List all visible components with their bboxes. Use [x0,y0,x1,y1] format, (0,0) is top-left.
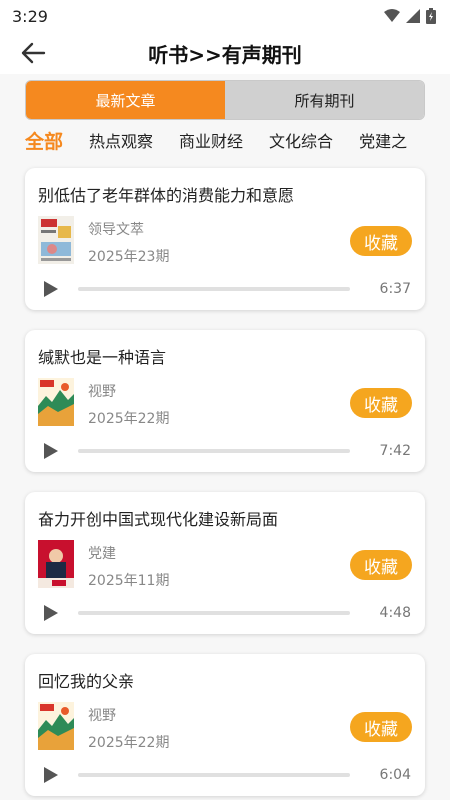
issue-number: 2025年22期 [88,735,170,751]
category-party-building[interactable]: 党建之 [359,128,407,152]
favorite-button[interactable]: 收藏 [350,388,412,418]
status-icons [384,8,436,24]
category-bar: 全部 热点观察 商业财经 文化综合 党建之 [0,120,450,160]
audio-progress-bar[interactable] [78,449,350,453]
article-title: 奋力开创中国式现代化建设新局面 [38,510,279,529]
play-icon[interactable] [43,766,59,784]
back-button[interactable] [16,38,50,68]
play-icon[interactable] [43,280,59,298]
battery-icon [426,8,436,24]
article-title: 缄默也是一种语言 [38,348,167,367]
tab-all-periodicals[interactable]: 所有期刊 [225,81,424,119]
magazine-cover-image [38,702,74,750]
favorite-button[interactable]: 收藏 [350,712,412,742]
page-title: 听书>>有声期刊 [148,42,302,67]
audio-duration: 6:04 [379,767,411,783]
audio-progress-bar[interactable] [78,611,350,615]
article-card[interactable]: 奋力开创中国式现代化建设新局面 党建 2025年11期 收藏 4:48 [25,492,425,634]
category-hot-observation[interactable]: 热点观察 [89,128,153,152]
audio-duration: 4:48 [379,605,411,621]
magazine-cover-image [38,216,74,264]
issue-number: 2025年23期 [88,249,170,265]
favorite-button[interactable]: 收藏 [350,550,412,580]
play-icon[interactable] [43,442,59,460]
issue-number: 2025年11期 [88,573,170,589]
play-icon[interactable] [43,604,59,622]
article-list: 别低估了老年群体的消费能力和意愿 领导文萃 2025年23期 收藏 6:37 缄… [0,160,450,796]
favorite-button[interactable]: 收藏 [350,226,412,256]
audio-progress-bar[interactable] [78,773,350,777]
magazine-name: 领导文萃 [88,222,144,238]
wifi-icon [384,9,400,22]
magazine-name: 党建 [88,546,116,562]
magazine-cover-image [38,540,74,588]
header: 听书>>有声期刊 [0,32,450,74]
audio-duration: 6:37 [379,281,411,297]
audio-duration: 7:42 [379,443,411,459]
magazine-name: 视野 [88,708,116,724]
signal-icon [406,9,420,23]
segmented-tabs: 最新文章 所有期刊 [25,80,425,120]
tab-latest-articles[interactable]: 最新文章 [26,81,225,119]
status-bar: 3:29 [0,0,450,32]
article-title: 回忆我的父亲 [38,672,135,691]
article-card[interactable]: 别低估了老年群体的消费能力和意愿 领导文萃 2025年23期 收藏 6:37 [25,168,425,310]
magazine-name: 视野 [88,384,116,400]
issue-number: 2025年22期 [88,411,170,427]
category-all[interactable]: 全部 [25,127,63,154]
audio-progress-bar[interactable] [78,287,350,291]
article-title: 别低估了老年群体的消费能力和意愿 [38,186,295,205]
status-time: 3:29 [12,6,48,26]
category-culture[interactable]: 文化综合 [269,128,333,152]
article-card[interactable]: 缄默也是一种语言 视野 2025年22期 收藏 7:42 [25,330,425,472]
magazine-cover-image [38,378,74,426]
article-card[interactable]: 回忆我的父亲 视野 2025年22期 收藏 6:04 [25,654,425,796]
category-business-finance[interactable]: 商业财经 [179,128,243,152]
arrow-left-icon [21,42,46,64]
